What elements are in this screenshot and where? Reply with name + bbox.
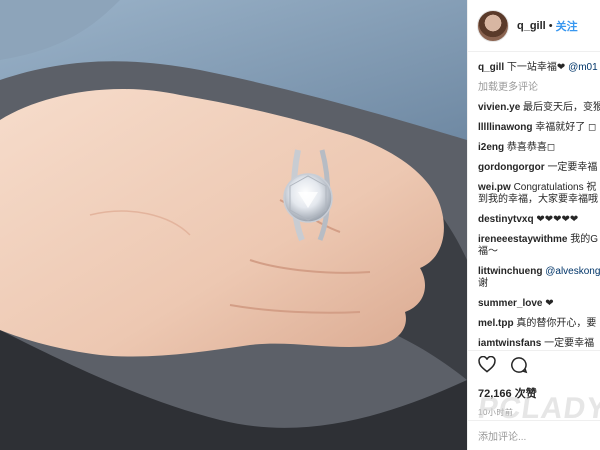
post-header: q_gill • 关注 (468, 0, 600, 52)
list-item: littwinchueng @alveskong 谢 (478, 266, 600, 290)
list-item: ireneeestaywithme 我的G 福～ (478, 234, 600, 258)
comment-username[interactable]: i2eng (478, 142, 504, 153)
list-item: vivien.ye 最后变天后，变猴 (478, 102, 600, 114)
avatar[interactable] (477, 9, 509, 42)
list-item: mel.tpp 真的替你开心，要 (478, 318, 600, 330)
load-more-comments[interactable]: 加载更多评论 (478, 78, 600, 93)
comment-username[interactable]: vivien.ye (478, 102, 520, 113)
comment-username[interactable]: gordongorgor (478, 162, 545, 173)
comment-username[interactable]: littwinchueng (478, 266, 542, 277)
action-icons (478, 355, 600, 379)
comment-text: 我的G (570, 234, 599, 245)
comment-username[interactable]: iamtwinsfans (478, 338, 541, 349)
caption-mention[interactable]: @m01 (568, 62, 598, 73)
comment-bubble-icon[interactable] (510, 356, 528, 379)
comment-text: 一定要幸福 (544, 338, 595, 349)
ring-photo-image (0, 0, 467, 450)
comment-username[interactable]: mel.tpp (478, 318, 514, 329)
comment-username[interactable]: wei.pw (478, 182, 511, 193)
comment-username[interactable]: lllllinawong (478, 122, 532, 133)
follow-button[interactable]: 关注 (556, 18, 578, 34)
list-item: gordongorgor 一定要幸福 (478, 162, 600, 174)
comment-text-continued: 福～ (478, 246, 498, 257)
add-comment-input[interactable]: 添加评论... (468, 420, 600, 450)
post-actions: 72,166 次赞 10小时前 (468, 350, 600, 418)
comment-text: ❤ (545, 298, 554, 309)
comment-text-continued: 谢 (478, 278, 488, 289)
comment-text: ❤❤❤❤❤ (536, 214, 579, 225)
comment-text: 一定要幸福 (547, 162, 598, 173)
comment-text: 最后变天后，变猴 (523, 102, 600, 113)
comment-text: 真的替你开心，要 (516, 318, 597, 329)
caption-text: 下一站幸福❤ (506, 62, 566, 73)
list-item: wei.pw Congratulations 祝到我的幸福，大家要幸福哦 (478, 182, 600, 206)
comment-text: Congratulations 祝 (513, 182, 597, 193)
comment-text: 幸福就好了 ◻ (535, 122, 597, 133)
post-photo (0, 0, 467, 450)
caption: q_gill 下一站幸福❤ @m01 (478, 62, 600, 74)
comment-username[interactable]: summer_love (478, 298, 542, 309)
separator-dot: • (548, 19, 553, 32)
list-item: i2eng 恭喜恭喜◻ (478, 142, 600, 154)
comment-username[interactable]: ireneeestaywithme (478, 234, 568, 245)
list-item: summer_love ❤ (478, 298, 600, 310)
like-count[interactable]: 72,166 次赞 (478, 385, 600, 401)
list-item: iamtwinsfans 一定要幸福 (478, 338, 600, 350)
comment-text: 恭喜恭喜◻ (506, 142, 556, 153)
comment-mention[interactable]: @alveskong (545, 266, 600, 277)
post-side-panel: q_gill • 关注 q_gill 下一站幸福❤ @m01 加载更多评论 vi… (467, 0, 600, 450)
list-item: lllllinawong 幸福就好了 ◻ (478, 122, 600, 134)
caption-username[interactable]: q_gill (478, 62, 504, 73)
list-item: destinytvxq ❤❤❤❤❤ (478, 214, 600, 226)
comment-list: q_gill 下一站幸福❤ @m01 加载更多评论 vivien.ye 最后变天… (468, 52, 600, 350)
post-username[interactable]: q_gill (517, 20, 546, 32)
post-timestamp: 10小时前 (478, 408, 514, 417)
comment-text-continued: 到我的幸福，大家要幸福哦 (478, 194, 598, 205)
comment-username[interactable]: destinytvxq (478, 214, 534, 225)
heart-icon[interactable] (478, 355, 496, 378)
